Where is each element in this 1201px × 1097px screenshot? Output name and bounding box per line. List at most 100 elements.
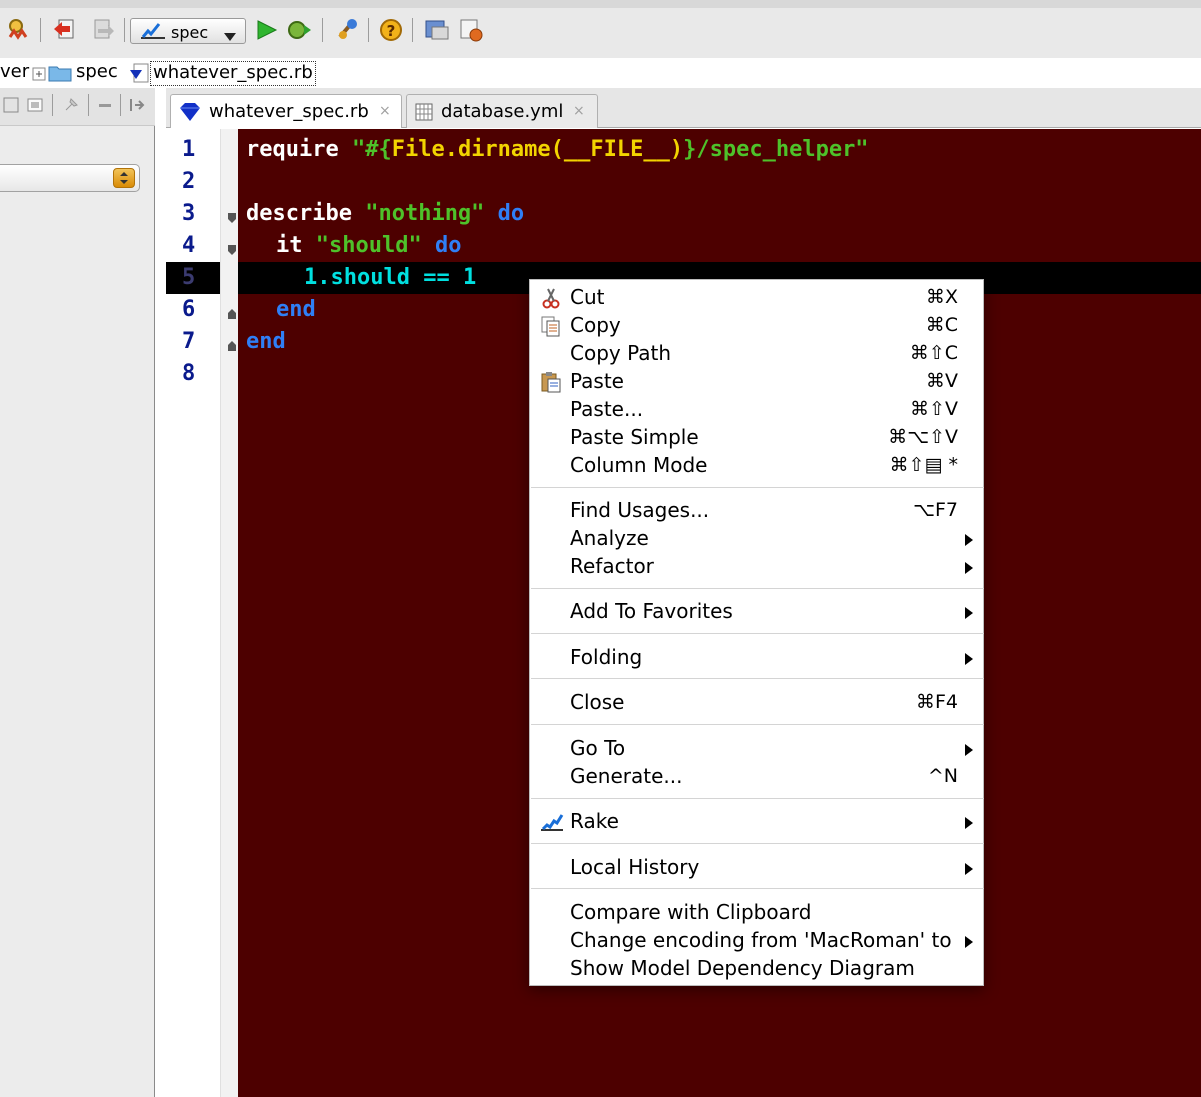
menu-item-label: Change encoding from 'MacRoman' to xyxy=(570,928,952,952)
menu-item-local-history[interactable]: Local History xyxy=(530,854,985,882)
menu-item-shortcut: ⌘⇧▤ * xyxy=(889,454,958,476)
tab-whatever-spec[interactable]: whatever_spec.rb × xyxy=(170,94,402,128)
code-line-1: require "#{File.dirname(__FILE__)}/spec_… xyxy=(246,134,869,166)
line-number: 6 xyxy=(182,297,196,322)
fold-collapse-icon[interactable] xyxy=(227,209,237,223)
settings-icon[interactable] xyxy=(456,15,486,45)
menu-item-copy-path[interactable]: Copy Path ⌘⇧C xyxy=(530,340,985,368)
menu-separator xyxy=(531,588,984,589)
menu-item-copy[interactable]: Copy ⌘C xyxy=(530,312,985,340)
debug-icon[interactable] xyxy=(284,15,314,45)
menu-item-folding[interactable]: Folding xyxy=(530,644,985,672)
grid-icon[interactable] xyxy=(26,96,44,114)
menu-item-generate[interactable]: Generate... ^N xyxy=(530,763,985,791)
menu-item-shortcut: ⌘⇧C xyxy=(909,342,958,364)
expand-icon[interactable] xyxy=(32,65,46,86)
code-line-6: end xyxy=(276,294,316,326)
menu-separator xyxy=(531,633,984,634)
fold-end-icon[interactable] xyxy=(227,337,237,351)
breadcrumb-project[interactable]: ver xyxy=(0,61,29,82)
menu-item-analyze[interactable]: Analyze xyxy=(530,525,985,553)
window-title-bar xyxy=(0,0,1201,8)
menu-item-go-to[interactable]: Go To xyxy=(530,735,985,763)
menu-item-label: Close xyxy=(570,690,625,714)
ruby-gem-icon xyxy=(179,102,201,127)
close-icon[interactable]: × xyxy=(379,103,391,119)
menu-item-model-diagram[interactable]: Show Model Dependency Diagram xyxy=(530,955,985,983)
menu-item-label: Generate... xyxy=(570,764,683,788)
forward-icon[interactable] xyxy=(88,15,118,45)
layout-icon[interactable] xyxy=(2,96,20,114)
code-token: "nothing" xyxy=(365,201,485,226)
view-selector[interactable] xyxy=(0,164,140,192)
fold-collapse-icon[interactable] xyxy=(227,241,237,255)
submenu-arrow-icon xyxy=(965,817,973,829)
tab-database-yml[interactable]: database.yml × xyxy=(406,94,598,128)
menu-item-find-usages[interactable]: Find Usages... ⌥F7 xyxy=(530,497,985,525)
menu-item-rake[interactable]: Rake xyxy=(530,808,985,836)
deploy-icon[interactable] xyxy=(422,15,452,45)
copy-icon xyxy=(539,315,563,337)
code-token: "should" xyxy=(315,233,422,258)
menu-item-label: Find Usages... xyxy=(570,498,710,522)
menu-item-paste-simple[interactable]: Paste Simple ⌘⌥⇧V xyxy=(530,424,985,452)
menu-item-paste-dialog[interactable]: Paste... ⌘⇧V xyxy=(530,396,985,424)
build-icon[interactable] xyxy=(332,15,362,45)
menu-item-shortcut: ⌘F4 xyxy=(915,691,958,713)
menu-item-paste[interactable]: Paste ⌘V xyxy=(530,368,985,396)
menu-item-label: Refactor xyxy=(570,554,654,578)
menu-item-shortcut: ⌘V xyxy=(926,370,958,392)
submenu-arrow-icon xyxy=(965,744,973,756)
code-token: require xyxy=(246,137,352,162)
code-token: it xyxy=(276,233,316,258)
find-icon[interactable] xyxy=(4,15,34,45)
menu-item-shortcut: ⌘⇧V xyxy=(910,398,958,420)
menu-item-label: Local History xyxy=(570,855,700,879)
menu-item-add-to-favorites[interactable]: Add To Favorites xyxy=(530,598,985,626)
fold-end-icon[interactable] xyxy=(227,305,237,319)
run-config-label: spec xyxy=(171,23,209,42)
close-icon[interactable]: × xyxy=(573,103,585,119)
help-icon[interactable]: ? xyxy=(376,15,406,45)
code-token: describe xyxy=(246,201,366,226)
menu-separator xyxy=(531,843,984,844)
menu-item-label: Cut xyxy=(570,285,605,309)
menu-item-compare-clipboard[interactable]: Compare with Clipboard xyxy=(530,899,985,927)
pin-icon[interactable] xyxy=(62,96,80,114)
tab-label: database.yml xyxy=(441,101,564,122)
line-number: 2 xyxy=(182,169,196,194)
breadcrumb-file[interactable]: whatever_spec.rb xyxy=(150,61,316,86)
code-token: end xyxy=(276,297,316,322)
menu-item-close[interactable]: Close ⌘F4 xyxy=(530,689,985,717)
code-line-7: end xyxy=(246,326,286,358)
menu-item-refactor[interactable]: Refactor xyxy=(530,553,985,581)
menu-item-label: Paste xyxy=(570,369,624,393)
menu-item-label: Compare with Clipboard xyxy=(570,900,812,924)
line-number-current: 5 xyxy=(166,262,220,294)
hide-pane-icon[interactable] xyxy=(128,96,146,114)
pane-splitter[interactable] xyxy=(156,88,166,1097)
run-config-icon xyxy=(139,22,167,44)
menu-item-change-encoding[interactable]: Change encoding from 'MacRoman' to xyxy=(530,927,985,955)
run-config-select[interactable]: spec xyxy=(130,18,246,44)
line-number: 3 xyxy=(182,201,196,226)
code-token: "#{ xyxy=(351,137,392,162)
run-icon[interactable] xyxy=(252,15,282,45)
minimize-icon[interactable] xyxy=(96,96,114,114)
menu-item-label: Rake xyxy=(570,809,619,833)
menu-item-label: Paste... xyxy=(570,397,644,421)
menu-item-label: Show Model Dependency Diagram xyxy=(570,956,915,980)
back-icon[interactable] xyxy=(50,15,80,45)
code-line-3: describe "nothing" do xyxy=(246,198,524,230)
select-arrows-icon xyxy=(113,168,135,188)
project-pane-header xyxy=(0,88,155,126)
breadcrumb-folder[interactable]: spec xyxy=(76,61,118,82)
menu-separator xyxy=(531,678,984,679)
context-menu: Cut ⌘X Copy ⌘C Copy Path ⌘⇧C Paste ⌘V Pa… xyxy=(529,279,984,986)
menu-item-column-mode[interactable]: Column Mode ⌘⇧▤ * xyxy=(530,452,985,480)
fold-column xyxy=(220,129,238,1097)
toolbar-separator xyxy=(124,18,125,42)
line-number: 7 xyxy=(182,329,196,354)
menu-item-shortcut: ⌘⌥⇧V xyxy=(888,426,958,448)
menu-item-cut[interactable]: Cut ⌘X xyxy=(530,284,985,312)
